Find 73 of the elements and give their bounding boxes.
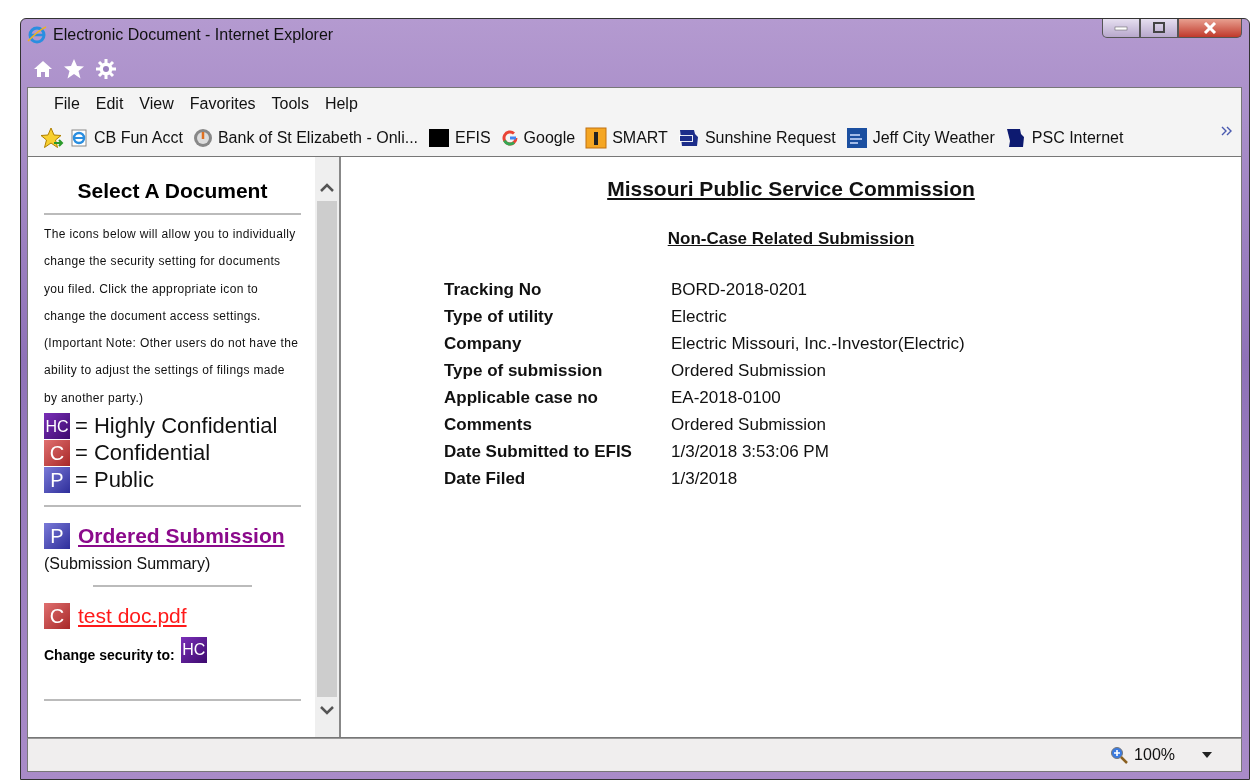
- legend-label: = Public: [75, 466, 154, 494]
- maximize-icon: [1152, 22, 1166, 34]
- state-map-icon: [677, 127, 700, 149]
- dropdown-icon[interactable]: [1201, 751, 1213, 759]
- square-icon: [428, 128, 450, 148]
- field-label: Applicable case no: [444, 387, 599, 409]
- field-label: Date Filed: [444, 468, 527, 490]
- field-label: Type of submission: [444, 360, 604, 382]
- legend-label: = Confidential: [75, 439, 211, 467]
- field-value: Ordered Submission: [671, 414, 827, 436]
- field-label: Comments: [444, 414, 533, 436]
- change-security-label: Change security to:: [44, 647, 175, 664]
- state-map-icon: [1004, 127, 1027, 149]
- security-badge: C: [44, 440, 70, 467]
- favorite-link[interactable]: SMART: [580, 127, 673, 149]
- field-value: Electric Missouri, Inc.-Investor(Electric): [671, 333, 965, 355]
- star-icon[interactable]: [63, 58, 85, 80]
- info-icon: [585, 127, 608, 149]
- favorite-link[interactable]: Jeff City Weather: [840, 127, 1000, 149]
- panel-heading: Select A Document: [44, 165, 301, 215]
- legend-label: = Highly Confidential: [75, 412, 278, 440]
- menu-item[interactable]: File: [46, 95, 88, 113]
- instructions-text: The icons below will allow you to individually change the security setting for documents you filed. Click the appropriate icon to change the document access settings. (Important Note: Other users do not have the ability to adjust the settings of filings made by another party.): [44, 226, 300, 407]
- browser-icon: [69, 128, 89, 148]
- menu-item[interactable]: View: [131, 95, 182, 113]
- maximize-button[interactable]: [1140, 19, 1178, 38]
- page-title: Missouri Public Service Commission: [607, 177, 975, 201]
- document-link[interactable]: Ordered Submission: [78, 524, 285, 549]
- globe-icon: [192, 128, 213, 148]
- favorite-link[interactable]: Bank of St Elizabeth - Onli...: [187, 128, 423, 148]
- favorite-link[interactable]: EFIS: [423, 128, 496, 148]
- favorite-link[interactable]: Google: [495, 129, 581, 147]
- close-icon: [1203, 22, 1217, 34]
- chevron-icon[interactable]: [1221, 126, 1233, 136]
- browser-icon: [27, 25, 47, 45]
- favorite-link[interactable]: CB Fun Acct: [64, 128, 188, 148]
- menu-item[interactable]: Help: [316, 95, 366, 113]
- close-button[interactable]: [1178, 19, 1242, 38]
- favorite-link[interactable]: PSC Internet: [999, 127, 1129, 149]
- field-label: Tracking No: [444, 279, 543, 301]
- field-value: 1/3/2018: [671, 468, 739, 490]
- security-badge: HC: [44, 413, 70, 440]
- security-badge: P: [44, 467, 70, 494]
- field-value: Electric: [671, 306, 728, 328]
- security-badge[interactable]: C: [44, 603, 70, 630]
- scroll-down-icon[interactable]: [319, 703, 335, 717]
- window-title: Electronic Document - Internet Explorer: [53, 26, 334, 44]
- security-badge[interactable]: P: [44, 523, 70, 550]
- menu-item[interactable]: Favorites: [181, 95, 264, 113]
- favorite-link[interactable]: Sunshine Request: [672, 127, 841, 149]
- menu-item[interactable]: Edit: [87, 95, 132, 113]
- field-label: Company: [444, 333, 523, 355]
- settings-icon[interactable]: [95, 58, 117, 80]
- field-value: Ordered Submission: [671, 360, 827, 382]
- field-label: Type of utility: [444, 306, 555, 328]
- page-subtitle: Non-Case Related Submission: [667, 229, 915, 249]
- weather-icon: [845, 127, 868, 149]
- minimize-button[interactable]: [1102, 19, 1140, 38]
- zoom-level[interactable]: 100%: [1134, 746, 1175, 764]
- scrollbar[interactable]: [315, 157, 339, 737]
- home-icon[interactable]: [33, 59, 53, 79]
- google-icon: [500, 129, 519, 147]
- document-link[interactable]: test doc.pdf: [78, 604, 187, 629]
- favorites-star-icon[interactable]: [40, 127, 64, 149]
- field-label: Date Submitted to EFIS: [444, 441, 633, 463]
- field-value: EA-2018-0100: [671, 387, 782, 409]
- minimize-icon: [1114, 25, 1128, 31]
- field-value: BORD-2018-0201: [671, 279, 809, 301]
- security-badge[interactable]: HC: [180, 637, 207, 664]
- document-note: (Submission Summary): [44, 555, 212, 574]
- menu-item[interactable]: Tools: [263, 95, 317, 113]
- field-value: 1/3/2018 3:53:06 PM: [671, 441, 830, 463]
- zoom-icon[interactable]: [1110, 746, 1129, 764]
